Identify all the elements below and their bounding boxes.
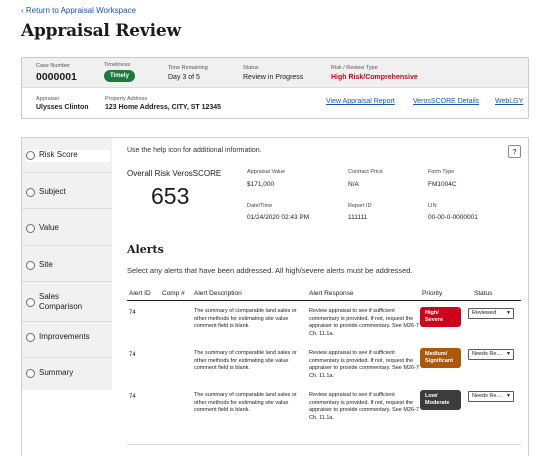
radio-icon: [26, 188, 35, 197]
column-header-priority: Priority: [422, 290, 443, 297]
sidebar-divider: [22, 172, 112, 173]
lin-label: LIN: [428, 203, 437, 209]
report-id-label: Report ID: [348, 203, 372, 209]
sidebar-item-label: Value: [39, 223, 59, 232]
appraisal-value-label: Appraisal Value: [247, 169, 286, 175]
radio-icon: [26, 298, 35, 307]
status-select[interactable]: Needs Re... ▼: [468, 391, 514, 402]
caret-down-icon: ▼: [506, 310, 511, 316]
appraiser-label: Appraiser: [36, 96, 60, 102]
alert-response: Review appraisal to see if sufficient co…: [309, 392, 419, 421]
contract-price-label: Contract Price: [348, 169, 383, 175]
report-id-value: 111111: [348, 214, 368, 221]
caret-down-icon: ▼: [506, 393, 511, 399]
alerts-instruction: Select any alerts that have been address…: [127, 266, 413, 275]
sidebar-item-sales-comparison[interactable]: Sales Comparison: [26, 292, 110, 314]
timeliness-label: Timeliness: [104, 62, 131, 68]
form-type-label: Form Type: [428, 169, 455, 175]
alert-response: Review appraisal to see if sufficient co…: [309, 350, 419, 379]
review-panel: Risk Score Subject Value Site Sales Comp…: [21, 137, 529, 456]
sidebar-item-improvements[interactable]: Improvements: [26, 332, 110, 344]
time-remaining-value: Day 3 of 5: [168, 74, 200, 81]
alert-response: Review appraisal to see if sufficient co…: [309, 308, 419, 337]
sidebar-divider: [22, 321, 112, 322]
alert-id: 74: [129, 394, 136, 400]
sidebar-item-label: Improvements: [39, 332, 90, 341]
appraiser-value: Ulysses Clinton: [36, 104, 89, 111]
radio-icon: [26, 224, 35, 233]
case-summary-header: [22, 58, 528, 88]
case-number-value: 0000001: [36, 71, 77, 83]
sidebar-item-label: Risk Score: [39, 150, 78, 159]
priority-badge: High/ Severe: [420, 307, 461, 327]
column-header-alert-id: Alert ID: [129, 290, 151, 297]
sidebar-item-subject[interactable]: Subject: [26, 187, 110, 199]
sidebar-item-risk-score[interactable]: Risk Score: [26, 150, 110, 162]
date-time-value: 01/24/2020 02:43 PM: [247, 214, 310, 221]
risk-type-value: High Risk/Comprehensive: [331, 74, 418, 81]
status-select-value: Needs Re...: [472, 393, 502, 399]
timeliness-badge: Timely: [104, 70, 135, 82]
status-label: Status: [243, 65, 259, 71]
priority-badge: Medium/ Significant: [420, 348, 461, 368]
priority-badge: Low/ Moderate: [420, 390, 461, 410]
alert-description: The summary of comparable land sales or …: [194, 392, 297, 413]
sidebar-divider: [22, 357, 112, 358]
score-value: 653: [151, 183, 190, 209]
help-icon[interactable]: ?: [508, 145, 521, 158]
alert-description: The summary of comparable land sales or …: [194, 350, 297, 371]
status-select-value: Reviewed: [472, 310, 497, 316]
contract-price-value: N/A: [348, 181, 359, 188]
radio-icon: [26, 261, 35, 270]
sidebar-item-label: Summary: [39, 368, 74, 377]
case-number-label: Case Number: [36, 63, 70, 69]
sidebar-divider: [22, 208, 112, 209]
caret-down-icon: ▼: [506, 351, 511, 357]
score-label: Overall Risk VerosSCORE: [127, 169, 222, 178]
alerts-heading: Alerts: [127, 243, 164, 256]
status-select-value: Needs Re...: [472, 351, 502, 357]
sidebar-item-label: Site: [39, 260, 53, 269]
lin-value: 00-00-0-0000001: [428, 214, 478, 221]
weblgy-link[interactable]: WebLGY: [495, 98, 523, 105]
column-header-comp: Comp #: [162, 290, 185, 297]
risk-type-label: Risk / Review Type: [331, 65, 378, 71]
column-header-status: Status: [474, 290, 493, 297]
alert-description: The summary of comparable land sales or …: [194, 308, 297, 329]
page-title: Appraisal Review: [21, 21, 181, 41]
table-bottom-rule: [127, 444, 521, 445]
status-select[interactable]: Needs Re... ▼: [468, 349, 514, 360]
column-header-response: Alert Response: [309, 290, 354, 297]
time-remaining-label: Time Remaining: [168, 65, 208, 71]
radio-icon: [26, 151, 35, 160]
view-appraisal-report-link[interactable]: View Appraisal Report: [326, 98, 395, 105]
status-select[interactable]: Reviewed ▼: [468, 308, 514, 319]
radio-icon: [26, 369, 35, 378]
help-instruction: Use the help icon for additional informa…: [127, 147, 262, 154]
form-type-value: FM1004C: [428, 181, 457, 188]
table-header-rule: [127, 300, 521, 301]
sidebar-divider: [22, 281, 112, 282]
appraisal-value-value: $171,000: [247, 181, 275, 188]
alert-id: 74: [129, 310, 136, 316]
case-summary-card: Case Number 0000001 Timeliness Timely Ti…: [21, 57, 529, 119]
date-time-label: Date/Time: [247, 203, 273, 209]
sidebar-item-value[interactable]: Value: [26, 223, 110, 235]
return-to-workspace-link[interactable]: ‹ Return to Appraisal Workspace: [21, 6, 136, 15]
sidebar-item-summary[interactable]: Summary: [26, 368, 110, 380]
verosscore-details-link[interactable]: VerosSCORE Details: [413, 98, 479, 105]
column-header-description: Alert Description: [194, 290, 242, 297]
sidebar-item-label: Subject: [39, 187, 66, 196]
radio-icon: [26, 333, 35, 342]
sidebar-item-site[interactable]: Site: [26, 260, 110, 272]
property-address-label: Property Address: [105, 96, 148, 102]
review-sidebar: Risk Score Subject Value Site Sales Comp…: [22, 138, 112, 390]
sidebar-item-label: Sales Comparison: [39, 292, 83, 311]
property-address-value: 123 Home Address, CITY, ST 12345: [105, 104, 222, 111]
sidebar-divider: [22, 245, 112, 246]
alert-id: 74: [129, 352, 136, 358]
status-value: Review in Progress: [243, 74, 304, 81]
